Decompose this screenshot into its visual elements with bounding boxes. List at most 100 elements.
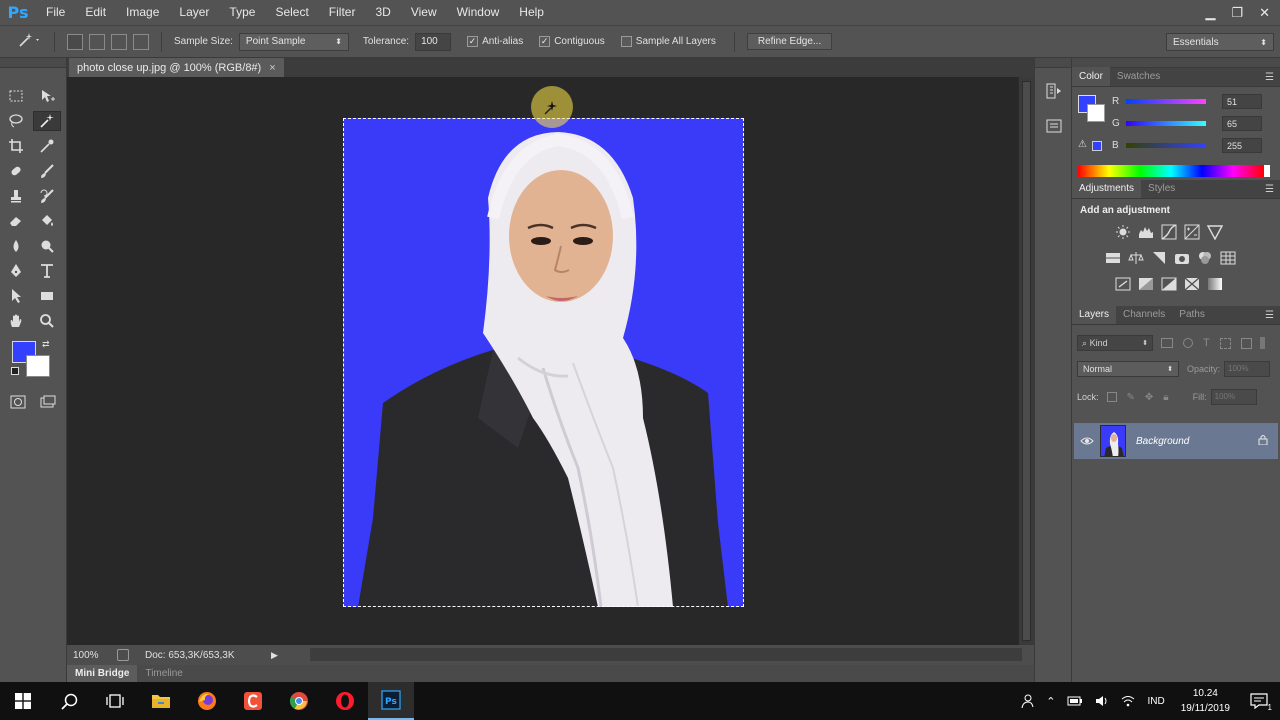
contiguous-checkbox[interactable]: ✓: [539, 36, 551, 47]
threshold-icon[interactable]: [1160, 275, 1178, 293]
filter-smart-object-icon[interactable]: [1240, 337, 1252, 349]
menu-select[interactable]: Select: [265, 0, 318, 25]
blue-value[interactable]: 255: [1222, 137, 1262, 153]
task-view-icon[interactable]: [92, 682, 138, 720]
levels-icon[interactable]: [1137, 223, 1155, 241]
sample-all-layers-option[interactable]: Sample All Layers: [620, 36, 716, 47]
background-color-swatch[interactable]: [26, 355, 50, 377]
out-of-gamut-warning-icon[interactable]: ⚠: [1078, 139, 1087, 150]
brightness-contrast-icon[interactable]: [1114, 223, 1132, 241]
restore-icon[interactable]: ❐: [1231, 5, 1243, 21]
menu-type[interactable]: Type: [219, 0, 265, 25]
vibrance-icon[interactable]: [1206, 223, 1224, 241]
panel-menu-icon[interactable]: ☰: [1265, 184, 1274, 195]
app-c-icon[interactable]: [230, 682, 276, 720]
tab-layers[interactable]: Layers: [1072, 305, 1117, 324]
zoom-level[interactable]: 100%: [73, 650, 117, 661]
lock-transparent-icon[interactable]: [1106, 392, 1117, 402]
chrome-icon[interactable]: [276, 682, 322, 720]
menu-file[interactable]: File: [36, 0, 75, 25]
color-lookup-icon[interactable]: [1219, 249, 1237, 267]
magic-wand-preset-icon[interactable]: [18, 32, 42, 51]
swap-colors-icon[interactable]: ⇄: [42, 339, 50, 350]
panel-menu-icon[interactable]: ☰: [1265, 310, 1274, 321]
invert-icon[interactable]: [1114, 275, 1132, 293]
menu-help[interactable]: Help: [509, 0, 554, 25]
filter-pixel-icon[interactable]: [1161, 338, 1173, 348]
magic-wand-tool-icon[interactable]: [33, 111, 61, 131]
windows-start-icon[interactable]: [0, 682, 46, 720]
anti-alias-option[interactable]: ✓ Anti-alias: [467, 36, 523, 47]
tolerance-input[interactable]: 100: [415, 32, 452, 51]
status-menu-arrow-icon[interactable]: ▶: [271, 650, 278, 661]
blend-mode-select[interactable]: Normal ⬍: [1077, 361, 1179, 377]
crop-tool-icon[interactable]: [2, 136, 30, 156]
filter-type-icon[interactable]: T: [1203, 337, 1210, 349]
workspace-select[interactable]: Essentials ⬍: [1166, 33, 1274, 51]
type-tool-icon[interactable]: [33, 261, 61, 281]
sample-size-select[interactable]: Point Sample ⬍: [238, 32, 349, 51]
add-to-selection-icon[interactable]: [89, 33, 105, 50]
document-canvas-image[interactable]: [343, 118, 744, 607]
tab-adjustments[interactable]: Adjustments: [1072, 179, 1142, 198]
new-selection-icon[interactable]: [67, 33, 83, 50]
subtract-from-selection-icon[interactable]: [111, 33, 127, 50]
posterize-icon[interactable]: [1137, 275, 1155, 293]
exposure-icon[interactable]: [1183, 223, 1201, 241]
menu-window[interactable]: Window: [447, 0, 510, 25]
document-tab[interactable]: photo close up.jpg @ 100% (RGB/8#) ×: [69, 58, 284, 77]
color-spectrum-bar[interactable]: [1078, 165, 1270, 177]
curves-icon[interactable]: [1160, 223, 1178, 241]
hue-saturation-icon[interactable]: [1104, 249, 1122, 267]
move-tool-icon[interactable]: [33, 86, 61, 106]
tab-styles[interactable]: Styles: [1141, 179, 1182, 198]
opacity-input[interactable]: 100%: [1224, 361, 1271, 377]
clone-stamp-tool-icon[interactable]: [2, 186, 30, 206]
menu-edit[interactable]: Edit: [75, 0, 116, 25]
screen-mode-icon[interactable]: [40, 395, 56, 412]
show-hidden-icons-icon[interactable]: ⌃: [1046, 695, 1055, 708]
lock-all-icon[interactable]: 🔒︎: [1163, 392, 1168, 403]
people-icon[interactable]: [1020, 694, 1034, 708]
anti-alias-checkbox[interactable]: ✓: [467, 36, 479, 47]
red-value[interactable]: 51: [1222, 93, 1262, 109]
volume-icon[interactable]: [1095, 695, 1109, 707]
zoom-tool-icon[interactable]: [33, 311, 61, 331]
close-tab-icon[interactable]: ×: [269, 62, 275, 74]
rectangular-marquee-tool-icon[interactable]: [2, 86, 30, 106]
vertical-scrollbar[interactable]: [1018, 77, 1034, 645]
web-safe-color-icon[interactable]: [1092, 141, 1102, 151]
lock-pixels-icon[interactable]: ✎: [1127, 392, 1135, 403]
tab-mini-bridge[interactable]: Mini Bridge: [67, 665, 138, 682]
photo-filter-icon[interactable]: [1173, 249, 1191, 267]
hand-tool-icon[interactable]: [2, 311, 30, 331]
intersect-selection-icon[interactable]: [133, 33, 149, 50]
minimize-icon[interactable]: ▁: [1205, 5, 1215, 21]
menu-layer[interactable]: Layer: [169, 0, 219, 25]
paint-bucket-tool-icon[interactable]: [33, 211, 61, 231]
color-balance-icon[interactable]: [1127, 249, 1145, 267]
photoshop-taskbar-icon[interactable]: Ps: [368, 682, 414, 720]
tab-paths[interactable]: Paths: [1172, 305, 1212, 324]
notifications-icon[interactable]: 1: [1250, 693, 1272, 712]
default-colors-icon[interactable]: [11, 367, 19, 375]
menu-3d[interactable]: 3D: [365, 0, 400, 25]
wifi-icon[interactable]: [1121, 695, 1135, 707]
tab-color[interactable]: Color: [1072, 67, 1110, 86]
sample-all-layers-checkbox[interactable]: [620, 36, 632, 47]
blur-tool-icon[interactable]: [2, 236, 30, 256]
history-icon[interactable]: [1045, 82, 1071, 103]
lasso-tool-icon[interactable]: [2, 111, 30, 131]
dodge-tool-icon[interactable]: [33, 236, 61, 256]
lock-position-icon[interactable]: ✥: [1145, 392, 1153, 403]
panel-menu-icon[interactable]: ☰: [1265, 72, 1274, 83]
filter-shape-icon[interactable]: [1219, 337, 1231, 349]
close-icon[interactable]: ✕: [1259, 5, 1270, 21]
scrollbar-thumb[interactable]: [1022, 81, 1031, 641]
menu-view[interactable]: View: [401, 0, 447, 25]
tab-swatches[interactable]: Swatches: [1110, 67, 1167, 86]
brush-tool-icon[interactable]: [33, 161, 61, 181]
eyedropper-tool-icon[interactable]: [33, 136, 61, 156]
layer-kind-filter[interactable]: ⌕ Kind ⬍: [1077, 335, 1153, 351]
battery-icon[interactable]: [1067, 696, 1083, 706]
